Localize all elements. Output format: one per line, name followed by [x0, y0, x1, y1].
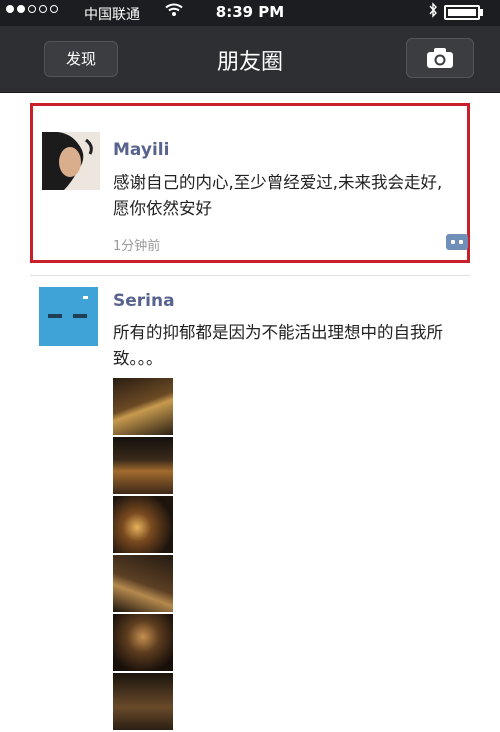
bluetooth-icon [428, 2, 438, 22]
post-text: 所有的抑郁都是因为不能活出理想中的自我所致。。。 [113, 323, 443, 368]
battery-tip-icon [480, 9, 483, 16]
navigation-bar: 发现 朋友圈 [0, 26, 500, 93]
battery-icon [444, 5, 480, 20]
post-text: 感谢自己的内心,至少曾经爱过,未来我会走好,愿你依然安好 [113, 173, 443, 218]
post-photo[interactable] [113, 437, 173, 494]
post-photo-strip [113, 378, 173, 732]
avatar[interactable] [39, 287, 98, 346]
post-photo[interactable] [113, 496, 173, 553]
camera-button[interactable] [406, 38, 474, 78]
post-photo[interactable] [113, 555, 173, 612]
post-photo[interactable] [113, 673, 173, 730]
status-bar: 中国联通 8:39 PM [0, 0, 500, 26]
post-author-name[interactable]: Serina [113, 291, 175, 311]
moment-post-highlighted[interactable]: Mayili 感谢自己的内心,至少曾经爱过,未来我会走好,愿你依然安好 1分钟前 [30, 103, 470, 263]
post-divider [30, 275, 470, 276]
post-photo[interactable] [113, 614, 173, 671]
comment-icon[interactable] [446, 234, 468, 250]
post-timestamp: 1分钟前 [113, 239, 161, 254]
post-author-name[interactable]: Mayili [113, 140, 169, 160]
camera-icon [427, 48, 453, 68]
post-photo[interactable] [113, 378, 173, 435]
status-time: 8:39 PM [215, 3, 285, 21]
avatar[interactable] [42, 132, 100, 190]
